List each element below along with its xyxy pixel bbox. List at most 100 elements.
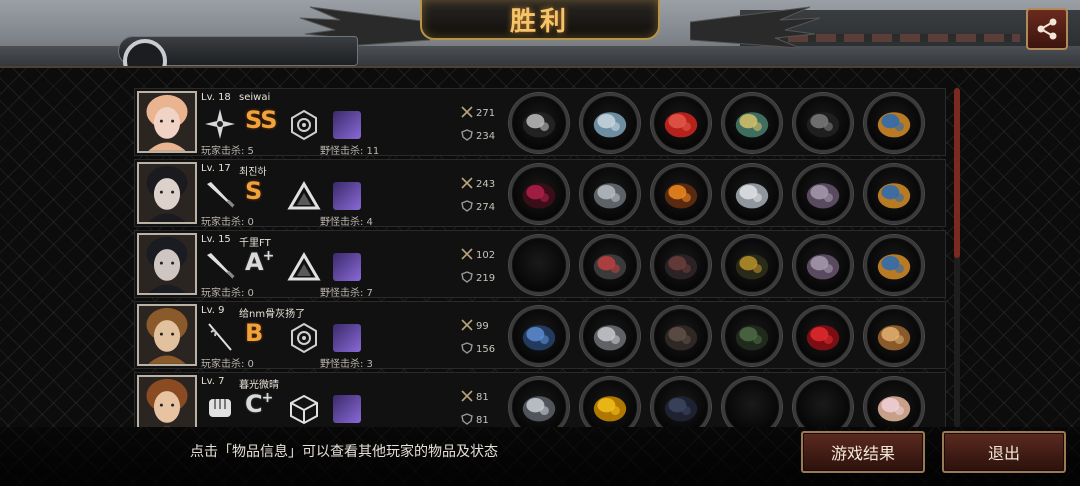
- rank-letter: S: [245, 177, 262, 205]
- player-list[interactable]: Lv. 18 seiwai SS 玩家击杀: 5 野怪击杀: 11 271 234 Lv. 1…: [134, 88, 946, 427]
- sword-icon: [461, 177, 473, 192]
- gear-slot-doll-icon[interactable]: [864, 377, 924, 427]
- gear-slot-boots-icon[interactable]: [793, 93, 853, 153]
- gear-slot-knight-helm-icon[interactable]: [580, 306, 640, 366]
- defense-stat: 274: [461, 200, 495, 215]
- player-row[interactable]: Lv. 18 seiwai SS 玩家击杀: 5 野怪击杀: 11 271 234: [134, 88, 946, 157]
- gear-slot-fan-icon[interactable]: [864, 306, 924, 366]
- bottom-bar: 点击「物品信息」可以查看其他玩家的物品及状态 游戏结果 退出: [0, 427, 1080, 486]
- pet-icon: [333, 395, 361, 423]
- gear-slot-gauntlet-icon[interactable]: [509, 377, 569, 427]
- gear-slot-red-jacket-icon[interactable]: [651, 93, 711, 153]
- rank-modifier: +: [262, 248, 275, 264]
- results-panel: Lv. 18 seiwai SS 玩家击杀: 5 野怪击杀: 11 271 234 Lv. 1…: [0, 66, 1080, 486]
- defense-value: 274: [476, 202, 496, 213]
- knife-icon: [203, 178, 237, 212]
- sword-icon: [461, 106, 473, 121]
- player-row[interactable]: Lv. 9 给nm骨灰扬了 B 玩家击杀: 0 野怪击杀: 3 99 156: [134, 301, 946, 370]
- attack-value: 102: [476, 250, 496, 261]
- gear-slot-belt-icon[interactable]: [722, 93, 782, 153]
- share-button[interactable]: [1026, 8, 1068, 50]
- player-row[interactable]: Lv. 17 최진하 S 玩家击杀: 0 野怪击杀: 4 243 274: [134, 159, 946, 228]
- gear-slot-vine-bracelet-icon[interactable]: [722, 235, 782, 295]
- rapier-icon: [203, 320, 237, 354]
- pvp-kills: 玩家击杀: 0: [201, 288, 254, 299]
- player-row[interactable]: Lv. 15 千里FT A+ 玩家击杀: 0 野怪击杀: 7 102 219: [134, 230, 946, 299]
- pve-kills: 野怪击杀: 3: [320, 359, 373, 370]
- sword-icon: [461, 390, 473, 405]
- sword-icon: [461, 248, 473, 263]
- gear-slot-visor-icon[interactable]: [580, 235, 640, 295]
- attack-stat: 102: [461, 248, 495, 263]
- player-avatar[interactable]: [137, 304, 197, 366]
- shield-icon: [461, 200, 473, 215]
- page-title: 胜利: [509, 6, 570, 37]
- gear-slot-purple-boots-icon[interactable]: [793, 164, 853, 224]
- scrollbar-thumb[interactable]: [954, 88, 960, 258]
- gear-slot-empty-icon[interactable]: [509, 235, 569, 295]
- cube-icon: [287, 392, 321, 426]
- gear-slot-hard-hat-icon[interactable]: [580, 377, 640, 427]
- player-rank: C+: [245, 390, 285, 418]
- list-scrollbar[interactable]: [954, 88, 960, 427]
- player-name: 暮光微晴: [239, 380, 279, 391]
- player-level: Lv. 9: [201, 305, 225, 316]
- pvp-kills: 玩家击杀: 5: [201, 146, 254, 157]
- gear-slot-dark-blade-icon[interactable]: [509, 164, 569, 224]
- rank-letter: B: [245, 319, 263, 347]
- defense-value: 81: [476, 415, 489, 426]
- defense-value: 219: [476, 273, 496, 284]
- pet-icon: [333, 111, 361, 139]
- gear-slot-fire-armor-icon[interactable]: [651, 164, 711, 224]
- defense-value: 234: [476, 131, 496, 142]
- gear-slot-scythe-icon[interactable]: [509, 93, 569, 153]
- gear-slot-red-heels-icon[interactable]: [793, 306, 853, 366]
- player-level: Lv. 17: [201, 163, 231, 174]
- gear-slot-empty-icon[interactable]: [793, 377, 853, 427]
- exit-button[interactable]: 退出: [942, 431, 1066, 473]
- shuriken-icon: [203, 107, 237, 141]
- gear-slot-dark-armor-icon[interactable]: [651, 235, 711, 295]
- player-row[interactable]: Lv. 7 暮光微晴 C+ 81 81: [134, 372, 946, 427]
- gear-slot-blue-spear-icon[interactable]: [509, 306, 569, 366]
- gear-slot-green-stick-icon[interactable]: [722, 306, 782, 366]
- sword-icon: [461, 319, 473, 334]
- gear-slot-goggles-icon[interactable]: [864, 235, 924, 295]
- player-avatar[interactable]: [137, 375, 197, 427]
- wing-emblem-right: [690, 6, 820, 49]
- gear-slot-goggles-icon[interactable]: [864, 93, 924, 153]
- defense-stat: 234: [461, 129, 495, 144]
- player-name: 千里FT: [239, 238, 271, 249]
- gear-slot-suit-icon[interactable]: [651, 377, 711, 427]
- player-avatar[interactable]: [137, 233, 197, 295]
- gear-slot-goggles-icon[interactable]: [864, 164, 924, 224]
- gear-slot-feather-arm-icon[interactable]: [722, 164, 782, 224]
- gear-slot-helmet-icon[interactable]: [580, 164, 640, 224]
- attack-stat: 243: [461, 177, 495, 192]
- player-rank: B: [245, 319, 285, 347]
- knife-icon: [203, 249, 237, 283]
- fist-icon: [203, 391, 237, 425]
- gear-ring-icon: [287, 321, 321, 355]
- player-avatar[interactable]: [137, 162, 197, 224]
- player-level: Lv. 15: [201, 234, 231, 245]
- gear-slot-purple-boots-icon[interactable]: [793, 235, 853, 295]
- gear-slot-empty-icon[interactable]: [722, 377, 782, 427]
- pve-kills: 野怪击杀: 11: [320, 146, 380, 157]
- hint-text: 点击「物品信息」可以查看其他玩家的物品及状态: [190, 444, 498, 460]
- attack-value: 99: [476, 321, 489, 332]
- gear-slot-leather-vest-icon[interactable]: [651, 306, 711, 366]
- attack-stat: 99: [461, 319, 489, 334]
- pve-kills: 野怪击杀: 7: [320, 288, 373, 299]
- shield-icon: [461, 413, 473, 427]
- player-name: 최진하: [239, 167, 267, 178]
- defense-stat: 81: [461, 413, 489, 427]
- pet-icon: [333, 253, 361, 281]
- player-avatar[interactable]: [137, 91, 197, 153]
- attack-stat: 81: [461, 390, 489, 405]
- player-name: seiwai: [239, 92, 271, 103]
- gear-ring-icon: [287, 108, 321, 142]
- gear-slot-mask-icon[interactable]: [580, 93, 640, 153]
- pvp-kills: 玩家击杀: 0: [201, 359, 254, 370]
- game-result-button[interactable]: 游戏结果: [801, 431, 925, 473]
